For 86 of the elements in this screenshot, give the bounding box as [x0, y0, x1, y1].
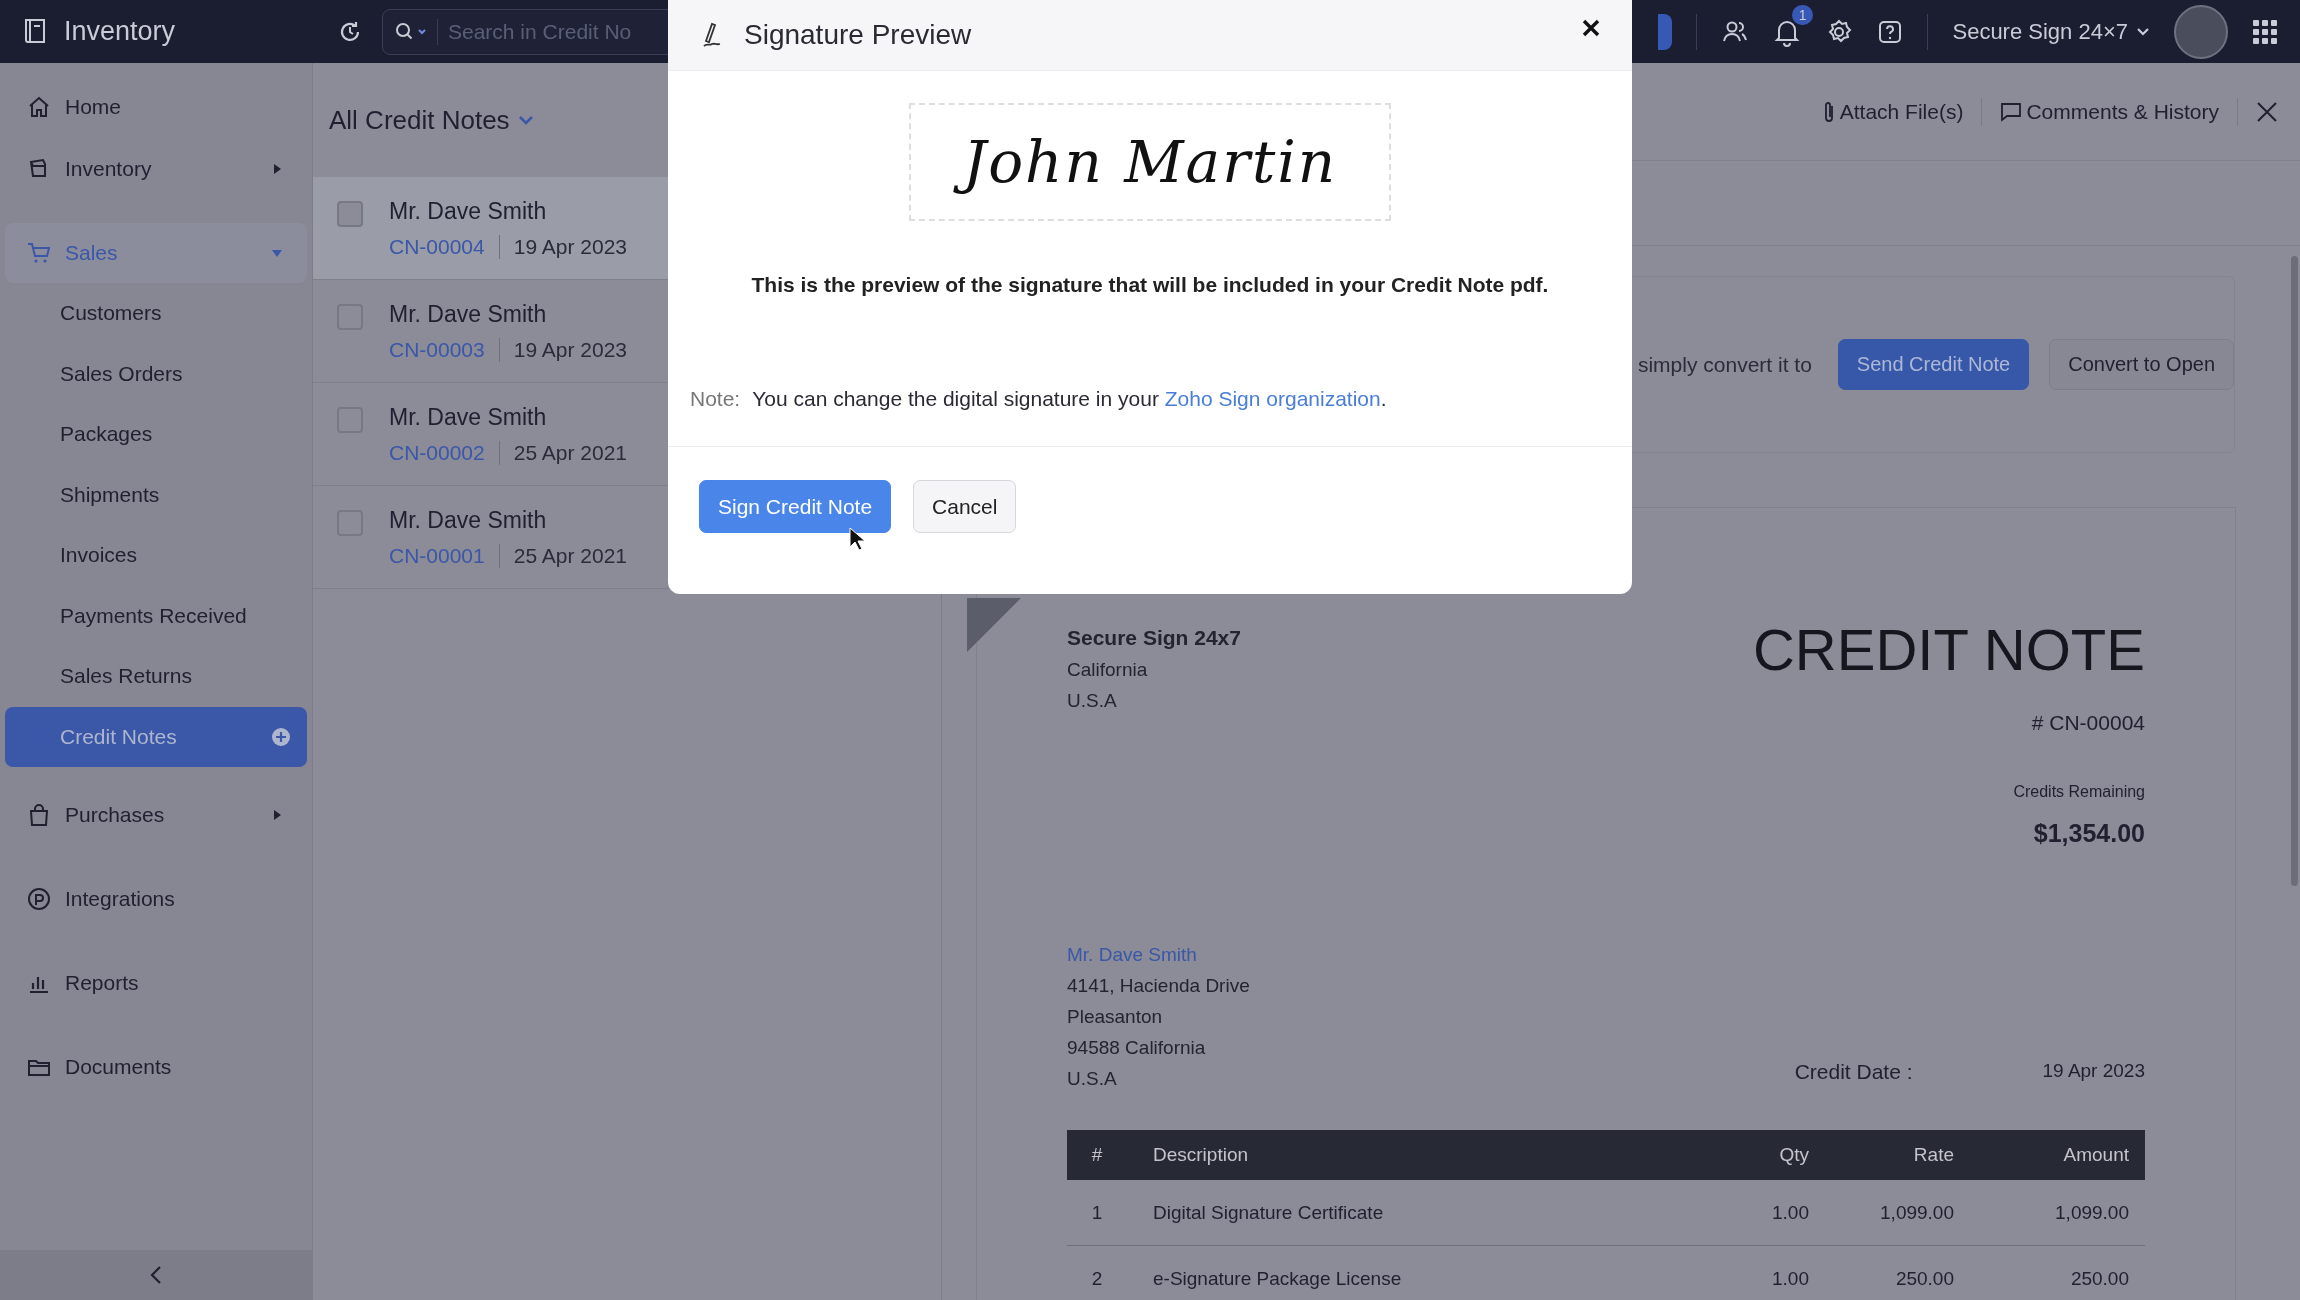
- zoho-sign-link[interactable]: Zoho Sign organization: [1164, 387, 1381, 410]
- sidebar-item[interactable]: Documents: [5, 1037, 307, 1097]
- help-icon[interactable]: [1877, 18, 1904, 45]
- column-header: Rate: [1912, 1144, 1954, 1166]
- customer-name: Mr. Dave Smith: [389, 506, 548, 534]
- column-header: Amount: [2062, 1144, 2130, 1166]
- sidebar-item[interactable]: Reports: [5, 953, 307, 1013]
- send-button[interactable]: Send Credit Note: [1837, 339, 2030, 390]
- sidebar-item[interactable]: Inventory: [5, 139, 307, 199]
- app-name: Inventory: [64, 16, 176, 47]
- caret-icon: [271, 163, 283, 175]
- document-title: CREDIT NOTE: [1752, 616, 2145, 683]
- address-line: 94588 California: [1067, 1037, 1207, 1059]
- organization-name: Secure Sign 24x7: [1067, 626, 1241, 650]
- signature: John Martin: [948, 118, 1352, 206]
- caret-icon: [271, 247, 283, 259]
- credit-note-number: # CN-00004: [2031, 711, 2145, 735]
- credit-note-date: 19 Apr 2023: [513, 337, 627, 362]
- button-edge[interactable]: [1658, 13, 1673, 50]
- address-line: California: [1067, 659, 1149, 681]
- table-cell-text: 250.00: [2069, 1267, 2130, 1290]
- cancel-button[interactable]: Cancel: [913, 480, 1017, 533]
- column-header: Description: [1152, 1144, 1250, 1166]
- add-icon[interactable]: [271, 726, 291, 747]
- sidebar-item[interactable]: Sales Orders: [5, 343, 307, 404]
- sidebar-item[interactable]: Purchases: [5, 785, 307, 845]
- table-cell-text: 1.00: [1771, 1267, 1809, 1290]
- search-icon: [395, 21, 429, 42]
- avatar[interactable]: [2174, 4, 2228, 59]
- sidebar-item[interactable]: Payments Received: [5, 585, 307, 646]
- scrollbar[interactable]: [2291, 256, 2298, 886]
- chevron-left-icon: [149, 1265, 163, 1285]
- column-header: Qty: [1778, 1144, 1809, 1166]
- sign-button[interactable]: Sign Credit Note: [699, 480, 892, 533]
- customer-name: Mr. Dave Smith: [389, 197, 548, 225]
- close-icon[interactable]: [1582, 19, 1600, 37]
- table-cell-text: 1,099.00: [2054, 1201, 2130, 1224]
- address-line: U.S.A: [1067, 1068, 1118, 1090]
- banner-text: simply convert it to: [1637, 352, 1812, 377]
- customer-name: Mr. Dave Smith: [389, 403, 548, 431]
- table-cell-text: 1: [1090, 1201, 1104, 1224]
- sidebar-item[interactable]: Invoices: [5, 525, 307, 586]
- apps-grid-icon[interactable]: [2252, 18, 2278, 45]
- checkbox[interactable]: [337, 201, 363, 227]
- sidebar-item[interactable]: Credit Notes: [5, 706, 307, 767]
- organization-dropdown[interactable]: Secure Sign 24×7: [1952, 18, 2150, 45]
- table-cell-text: 250.00: [1894, 1267, 1954, 1290]
- credit-note-number[interactable]: CN-00004: [389, 234, 485, 259]
- credits-amount: $1,354.00: [2033, 819, 2145, 848]
- credit-note-date: 19 Apr 2023: [513, 234, 627, 259]
- sidebar-item[interactable]: Sales Returns: [5, 646, 307, 707]
- table-cell-text: e-Signature Package License: [1152, 1267, 1403, 1290]
- address-line: Pleasanton: [1067, 1006, 1164, 1028]
- cart-icon: [27, 241, 51, 265]
- credit-date-value: 19 Apr 2023: [2042, 1060, 2145, 1083]
- table-cell-text: Digital Signature Certificate: [1152, 1201, 1385, 1224]
- column-header: #: [1090, 1144, 1104, 1166]
- caret-icon: [517, 115, 534, 125]
- sidebar-item[interactable]: Packages: [5, 404, 307, 465]
- sidebar-item[interactable]: Customers: [5, 283, 307, 344]
- list-view-dropdown[interactable]: All Credit Notes: [329, 104, 534, 136]
- address-line: 4141, Hacienda Drive: [1067, 975, 1250, 997]
- sidebar-item[interactable]: Shipments: [5, 464, 307, 525]
- dialog-title: Signature Preview: [744, 19, 972, 51]
- table-cell-text: 1,099.00: [1879, 1201, 1954, 1224]
- home-icon: [27, 95, 51, 119]
- convert-button[interactable]: Convert to Open: [2049, 339, 2234, 390]
- sidebar-item[interactable]: Integrations: [5, 869, 307, 929]
- caret-icon: [271, 809, 283, 821]
- customer-name: Mr. Dave Smith: [389, 300, 548, 328]
- comment-icon: [2000, 100, 2023, 123]
- credits-label: Credits Remaining: [2013, 783, 2145, 801]
- table-cell-text: 2: [1090, 1267, 1104, 1290]
- address-line: U.S.A: [1067, 690, 1118, 712]
- mouse-cursor-icon: [849, 527, 865, 551]
- credit-note-date: 25 Apr 2021: [513, 440, 627, 465]
- sidebar-item[interactable]: Home: [5, 77, 307, 137]
- notification-badge: 1: [1791, 4, 1814, 25]
- bag-icon: [27, 803, 51, 827]
- credit-date-label: Credit Date :: [1794, 1060, 1913, 1084]
- credit-note-date: 25 Apr 2021: [513, 543, 627, 568]
- table-cell-text: 1.00: [1771, 1201, 1809, 1224]
- caret-icon: [2136, 26, 2150, 37]
- note-label: Note:: [690, 387, 741, 411]
- comments-history-button[interactable]: Comments & History: [2000, 99, 2219, 124]
- attach-files-button[interactable]: Attach File(s): [1821, 99, 1964, 124]
